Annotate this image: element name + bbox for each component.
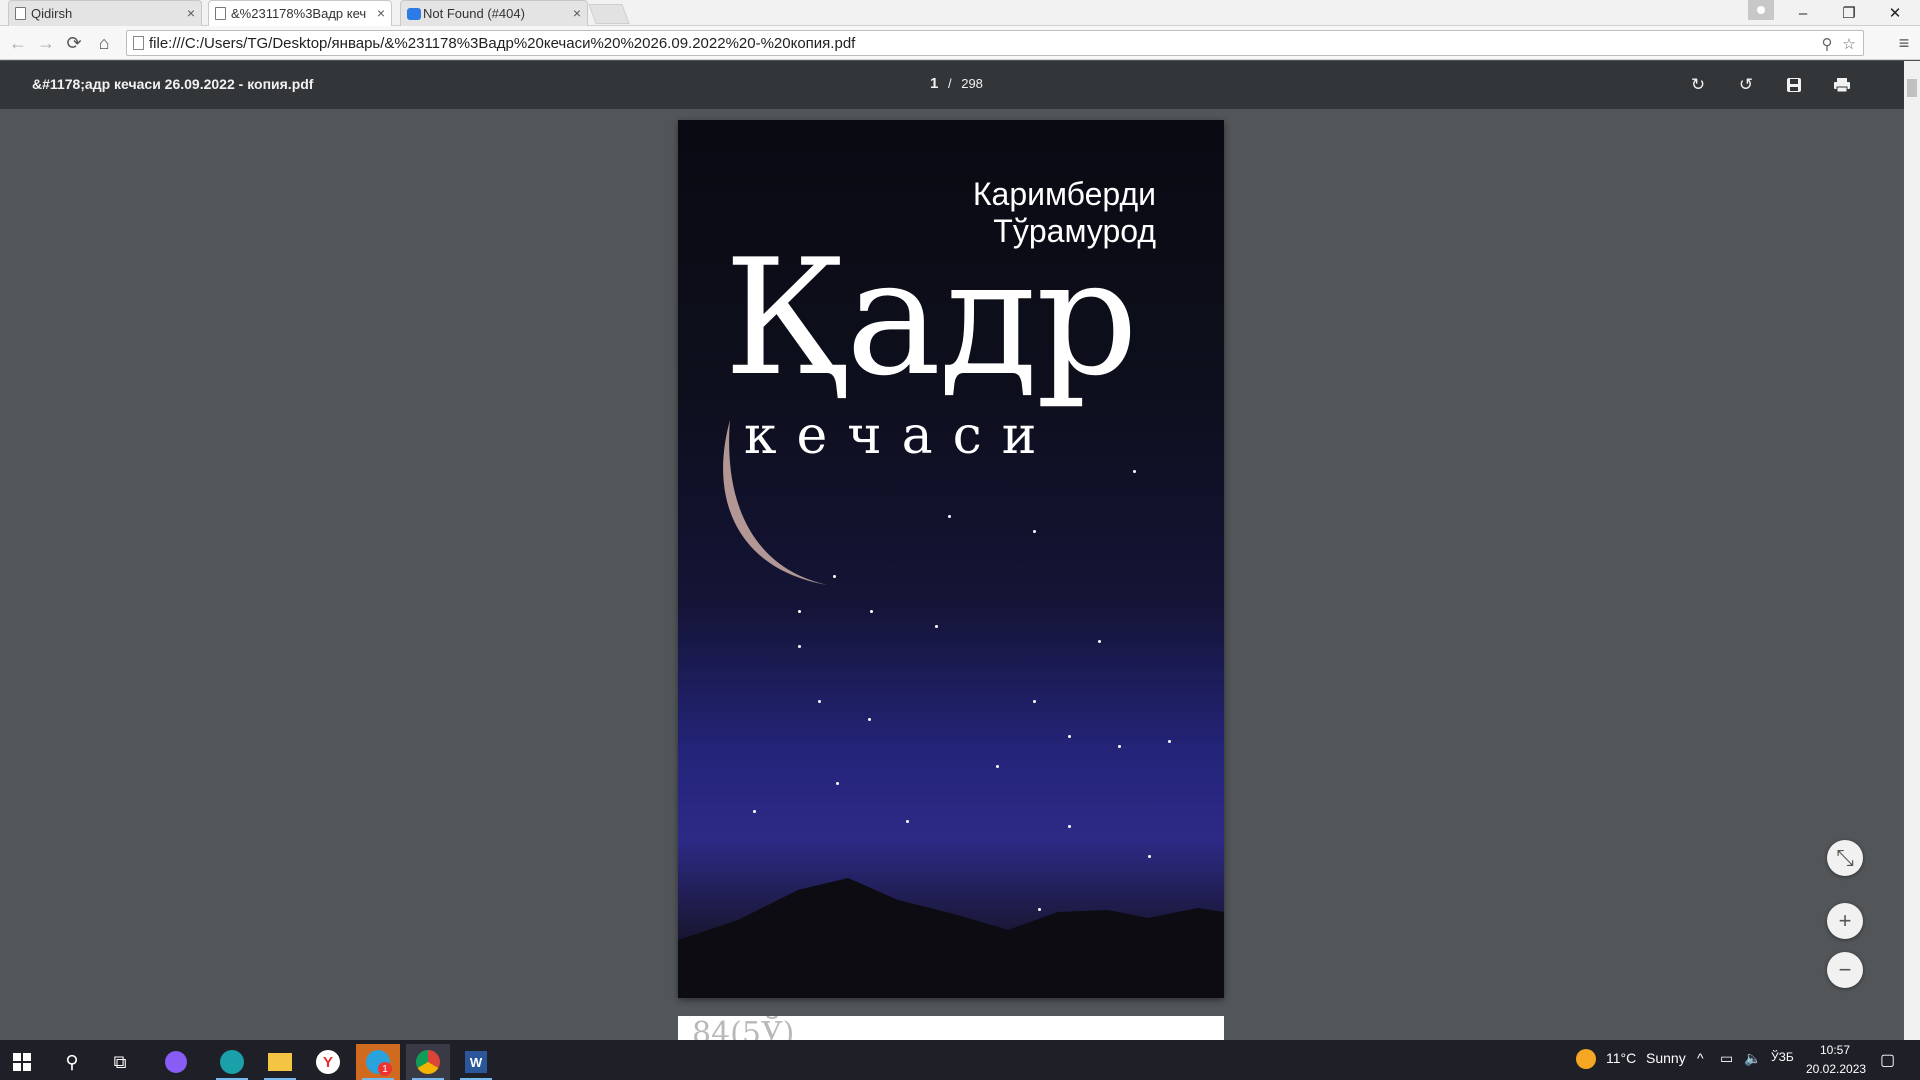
- current-page-input[interactable]: 1: [930, 75, 938, 92]
- alice-assistant-icon[interactable]: [154, 1044, 198, 1080]
- tab-label: Not Found (#404): [423, 6, 525, 21]
- network-icon[interactable]: ▭: [1720, 1050, 1733, 1067]
- profile-avatar-icon[interactable]: [1748, 0, 1774, 20]
- bookmark-star-icon[interactable]: ☆: [1839, 35, 1859, 53]
- site-icon: [407, 8, 421, 20]
- weather-temperature[interactable]: 11°C: [1606, 1050, 1636, 1066]
- browser-toolbar: ← → ⟳ ⌂ file:///C:/Users/TG/Desktop/янва…: [0, 26, 1920, 60]
- mountain-silhouette: [678, 878, 1224, 998]
- tab-close-icon[interactable]: ×: [377, 5, 385, 21]
- page-icon: [15, 7, 26, 20]
- page-icon: [133, 36, 144, 50]
- download-save-icon[interactable]: [1782, 73, 1806, 97]
- clock-time[interactable]: 10:57: [1820, 1043, 1850, 1057]
- tab-not-found[interactable]: Not Found (#404) ×: [400, 0, 588, 26]
- notifications-icon[interactable]: ▢: [1880, 1050, 1895, 1070]
- pdf-toolbar: &#1178;адр кечаси 26.09.2022 - копия.pdf…: [0, 61, 1920, 109]
- cover-title: Қадр: [724, 224, 1138, 411]
- page-separator: /: [947, 76, 952, 91]
- zoom-in-button[interactable]: +: [1827, 903, 1863, 939]
- edge-browser-icon[interactable]: [210, 1044, 254, 1080]
- notification-badge: 1: [378, 1062, 392, 1076]
- tab-strip: Qidirsh × &%231178%3Вадр кечаси × Not Fo…: [0, 0, 1920, 26]
- page-indicator: 1 / 298: [930, 75, 983, 92]
- home-icon[interactable]: ⌂: [92, 30, 116, 56]
- file-explorer-icon[interactable]: [258, 1044, 302, 1080]
- crescent-moon-icon: [723, 420, 828, 585]
- weather-sun-icon[interactable]: [1576, 1049, 1596, 1069]
- menu-icon[interactable]: ≡: [1892, 30, 1916, 56]
- print-icon[interactable]: [1830, 73, 1854, 97]
- tab-label: &%231178%3Вадр кечаси: [231, 6, 366, 21]
- clock-date[interactable]: 20.02.2023: [1806, 1062, 1866, 1076]
- windows-start-icon[interactable]: [0, 1044, 44, 1080]
- telegram-icon[interactable]: 1: [356, 1044, 400, 1080]
- close-window-button[interactable]: ✕: [1872, 0, 1918, 26]
- pdf-file-title: &#1178;адр кечаси 26.09.2022 - копия.pdf: [32, 76, 314, 92]
- tab-close-icon[interactable]: ×: [573, 5, 581, 21]
- windows-taskbar: ⚲ ⧉ Y 1 W 11°C Sunny ^ ▭ 🔈 ЎЗБ 10:57 20.…: [0, 1040, 1920, 1080]
- page-icon: [215, 7, 226, 20]
- pdf-page-cover: Каримберди Тўрамурод Қадр кечаси: [678, 120, 1224, 998]
- back-arrow-icon[interactable]: ←: [6, 30, 30, 56]
- word-icon[interactable]: W: [454, 1044, 498, 1080]
- address-bar[interactable]: file:///C:/Users/TG/Desktop/январь/&%231…: [126, 30, 1864, 56]
- fit-to-page-button[interactable]: ⤡: [1827, 840, 1863, 876]
- tab-label: Qidirsh: [31, 6, 73, 21]
- zoom-out-button[interactable]: −: [1827, 952, 1863, 988]
- zoom-magnifier-icon[interactable]: ⚲: [1817, 35, 1837, 53]
- tab-pdf[interactable]: &%231178%3Вадр кечаси ×: [208, 0, 392, 26]
- language-indicator[interactable]: ЎЗБ: [1771, 1050, 1794, 1064]
- search-icon[interactable]: ⚲: [50, 1044, 94, 1080]
- tab-qidirsh[interactable]: Qidirsh ×: [8, 0, 202, 26]
- restore-button[interactable]: ❐: [1826, 0, 1872, 26]
- tab-close-icon[interactable]: ×: [187, 5, 195, 21]
- rotate-counterclockwise-icon[interactable]: ↺: [1734, 73, 1758, 97]
- total-pages: 298: [961, 76, 983, 91]
- url-text: file:///C:/Users/TG/Desktop/январь/&%231…: [149, 34, 856, 52]
- vertical-scrollbar[interactable]: [1904, 61, 1920, 1040]
- task-view-icon[interactable]: ⧉: [98, 1044, 142, 1080]
- show-hidden-icons-chevron-icon[interactable]: ^: [1697, 1050, 1704, 1066]
- minimize-button[interactable]: –: [1780, 0, 1826, 26]
- rotate-clockwise-icon[interactable]: ↻: [1686, 73, 1710, 97]
- chrome-browser-icon[interactable]: [406, 1044, 450, 1080]
- new-tab-button[interactable]: [588, 4, 630, 24]
- forward-arrow-icon[interactable]: →: [34, 30, 58, 56]
- volume-icon[interactable]: 🔈: [1744, 1050, 1761, 1067]
- weather-description[interactable]: Sunny: [1646, 1050, 1686, 1066]
- author-first-name: Каримберди: [972, 176, 1156, 212]
- reload-icon[interactable]: ⟳: [62, 30, 86, 56]
- yandex-browser-icon[interactable]: Y: [306, 1044, 350, 1080]
